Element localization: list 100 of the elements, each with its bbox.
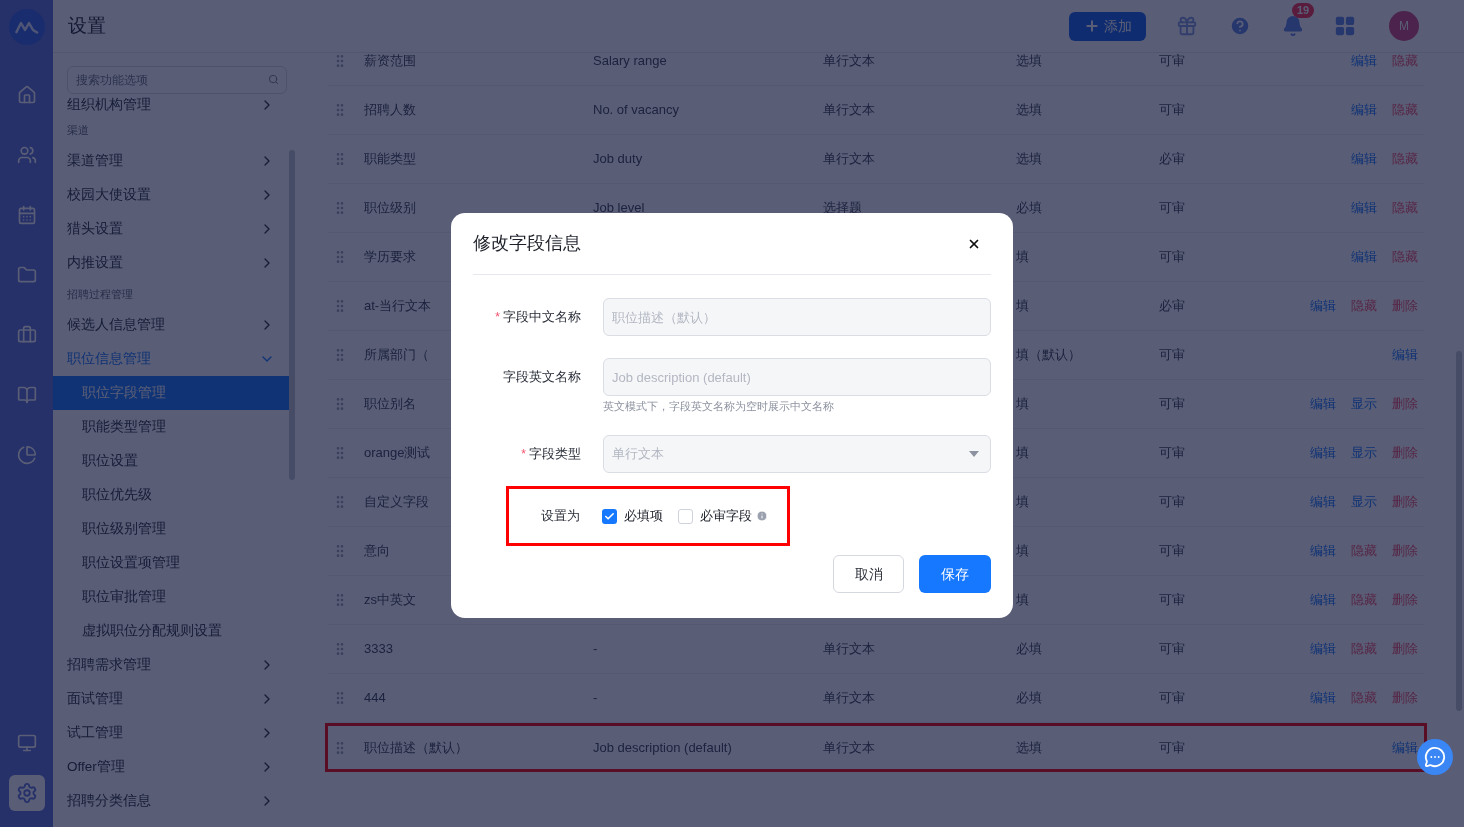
- briefcase-icon[interactable]: [16, 325, 37, 345]
- table-cell: zs中英文: [364, 592, 416, 608]
- text-input[interactable]: 职位描述（默认）: [603, 298, 991, 336]
- menu-item[interactable]: 候选人信息管理: [67, 308, 289, 342]
- action-link[interactable]: 编辑: [1310, 296, 1336, 316]
- action-link[interactable]: 编辑: [1351, 53, 1377, 71]
- table-cell: 填（默认）: [1016, 347, 1081, 363]
- calendar-icon[interactable]: [16, 205, 37, 225]
- menu-item[interactable]: 职位信息管理: [67, 342, 289, 376]
- scrollbar[interactable]: [289, 150, 295, 480]
- action-link[interactable]: 编辑: [1310, 688, 1336, 708]
- action-link[interactable]: 编辑: [1310, 492, 1336, 512]
- users-icon[interactable]: [16, 145, 37, 165]
- action-link[interactable]: 编辑: [1351, 198, 1377, 218]
- table-cell: 单行文本: [823, 151, 875, 167]
- help-icon[interactable]: [1229, 15, 1251, 37]
- checkbox-option[interactable]: 必填项: [602, 506, 663, 526]
- table-cell: 选填: [1016, 151, 1042, 167]
- menu-item[interactable]: 内推设置: [67, 246, 289, 280]
- save-button[interactable]: 保存: [919, 555, 991, 593]
- table-cell: 薪资范围: [364, 53, 416, 69]
- option-label: 设置为: [541, 507, 580, 526]
- book-icon[interactable]: [16, 385, 37, 405]
- text-input[interactable]: Job description (default): [603, 358, 991, 396]
- action-link[interactable]: 编辑: [1310, 590, 1336, 610]
- table-cell: 职位级别: [364, 200, 416, 216]
- submenu-item[interactable]: 职位优先级: [53, 478, 295, 512]
- table-cell: 可审: [1159, 347, 1185, 363]
- menu-item[interactable]: 组织机构管理: [67, 94, 289, 116]
- menu-item[interactable]: 猎头设置: [67, 212, 289, 246]
- table-cell: 444: [364, 690, 386, 706]
- table-cell: 填: [1016, 298, 1029, 314]
- action-link[interactable]: 编辑: [1310, 541, 1336, 561]
- table-cell: 意向: [364, 543, 390, 559]
- folder-icon[interactable]: [16, 265, 37, 285]
- logo-icon: [8, 9, 45, 45]
- action-link[interactable]: 编辑: [1392, 345, 1418, 365]
- monitor-icon[interactable]: [16, 733, 37, 753]
- menu-item[interactable]: 渠道管理: [67, 144, 289, 178]
- gift-icon[interactable]: [1176, 15, 1198, 37]
- table-cell: -: [593, 690, 598, 706]
- field-label: 字段英文名称: [503, 368, 581, 387]
- cancel-button[interactable]: 取消: [833, 555, 904, 593]
- action-link[interactable]: 显示: [1351, 492, 1377, 512]
- table-cell: 填: [1016, 592, 1029, 608]
- table-cell: 可审: [1159, 592, 1185, 608]
- action-link[interactable]: 编辑: [1310, 443, 1336, 463]
- checkbox-option[interactable]: 必审字段: [678, 506, 768, 526]
- action-link[interactable]: 显示: [1351, 394, 1377, 414]
- caret-icon: [968, 450, 980, 458]
- apps-icon[interactable]: [1334, 15, 1356, 37]
- table-cell: 必填: [1016, 641, 1042, 657]
- table-cell: 可审: [1159, 396, 1185, 412]
- action-link[interactable]: 编辑: [1351, 100, 1377, 120]
- table-cell: 可审: [1159, 102, 1185, 118]
- chat-icon[interactable]: [1417, 739, 1453, 775]
- action-link[interactable]: 编辑: [1310, 394, 1336, 414]
- check-icon: [604, 510, 615, 522]
- action-link[interactable]: 编辑: [1310, 639, 1336, 659]
- checkbox[interactable]: [602, 508, 617, 524]
- table-cell: 职能类型: [364, 151, 416, 167]
- pie-chart-icon[interactable]: [16, 445, 37, 465]
- table-cell: 必填: [1016, 690, 1042, 706]
- menu-item[interactable]: 校园大使设置: [67, 178, 289, 212]
- checkbox[interactable]: [678, 508, 693, 524]
- action-link[interactable]: 编辑: [1351, 247, 1377, 267]
- submenu-item[interactable]: 虚拟职位分配规则设置: [53, 614, 295, 648]
- submenu-item[interactable]: 职位级别管理: [53, 512, 295, 546]
- table-cell: -: [593, 641, 598, 657]
- table-cell: 职位描述（默认）: [364, 739, 468, 755]
- table-cell: No. of vacancy: [593, 102, 679, 118]
- submenu-item[interactable]: 职位设置项管理: [53, 546, 295, 580]
- settings-icon[interactable]: [8, 775, 45, 811]
- action-link[interactable]: 编辑: [1351, 149, 1377, 169]
- menu-item[interactable]: Offer管理: [67, 750, 289, 784]
- table-cell: 自定义字段: [364, 494, 429, 510]
- table-cell: 填: [1016, 396, 1029, 412]
- table-cell: 可审: [1159, 690, 1185, 706]
- table-cell: 可审: [1159, 739, 1185, 755]
- type-select[interactable]: 单行文本: [603, 435, 991, 473]
- table-cell: 3333: [364, 641, 393, 657]
- home-icon[interactable]: [16, 85, 37, 105]
- bell-icon[interactable]: [1282, 15, 1304, 37]
- add-button[interactable]: 添加: [1069, 11, 1146, 41]
- menu-item[interactable]: 试工管理: [67, 716, 289, 750]
- table-cell: 单行文本: [823, 102, 875, 118]
- dialog-title: 修改字段信息: [473, 232, 581, 255]
- table-cell: 必审: [1159, 298, 1185, 314]
- submenu-item[interactable]: 职位审批管理: [53, 580, 295, 614]
- table-cell: 填: [1016, 543, 1029, 559]
- menu-item[interactable]: 招聘分类信息: [67, 784, 289, 818]
- action-link[interactable]: 编辑: [1392, 737, 1418, 758]
- table-cell: 可审: [1159, 494, 1185, 510]
- table-cell: 填: [1016, 494, 1029, 510]
- table-cell: 可审: [1159, 543, 1185, 559]
- action-link[interactable]: 显示: [1351, 443, 1377, 463]
- field-label: 字段中文名称: [503, 308, 581, 327]
- menu-item[interactable]: 招聘需求管理: [67, 648, 289, 682]
- table-cell: 职位别名: [364, 396, 416, 412]
- menu-item[interactable]: 面试管理: [67, 682, 289, 716]
